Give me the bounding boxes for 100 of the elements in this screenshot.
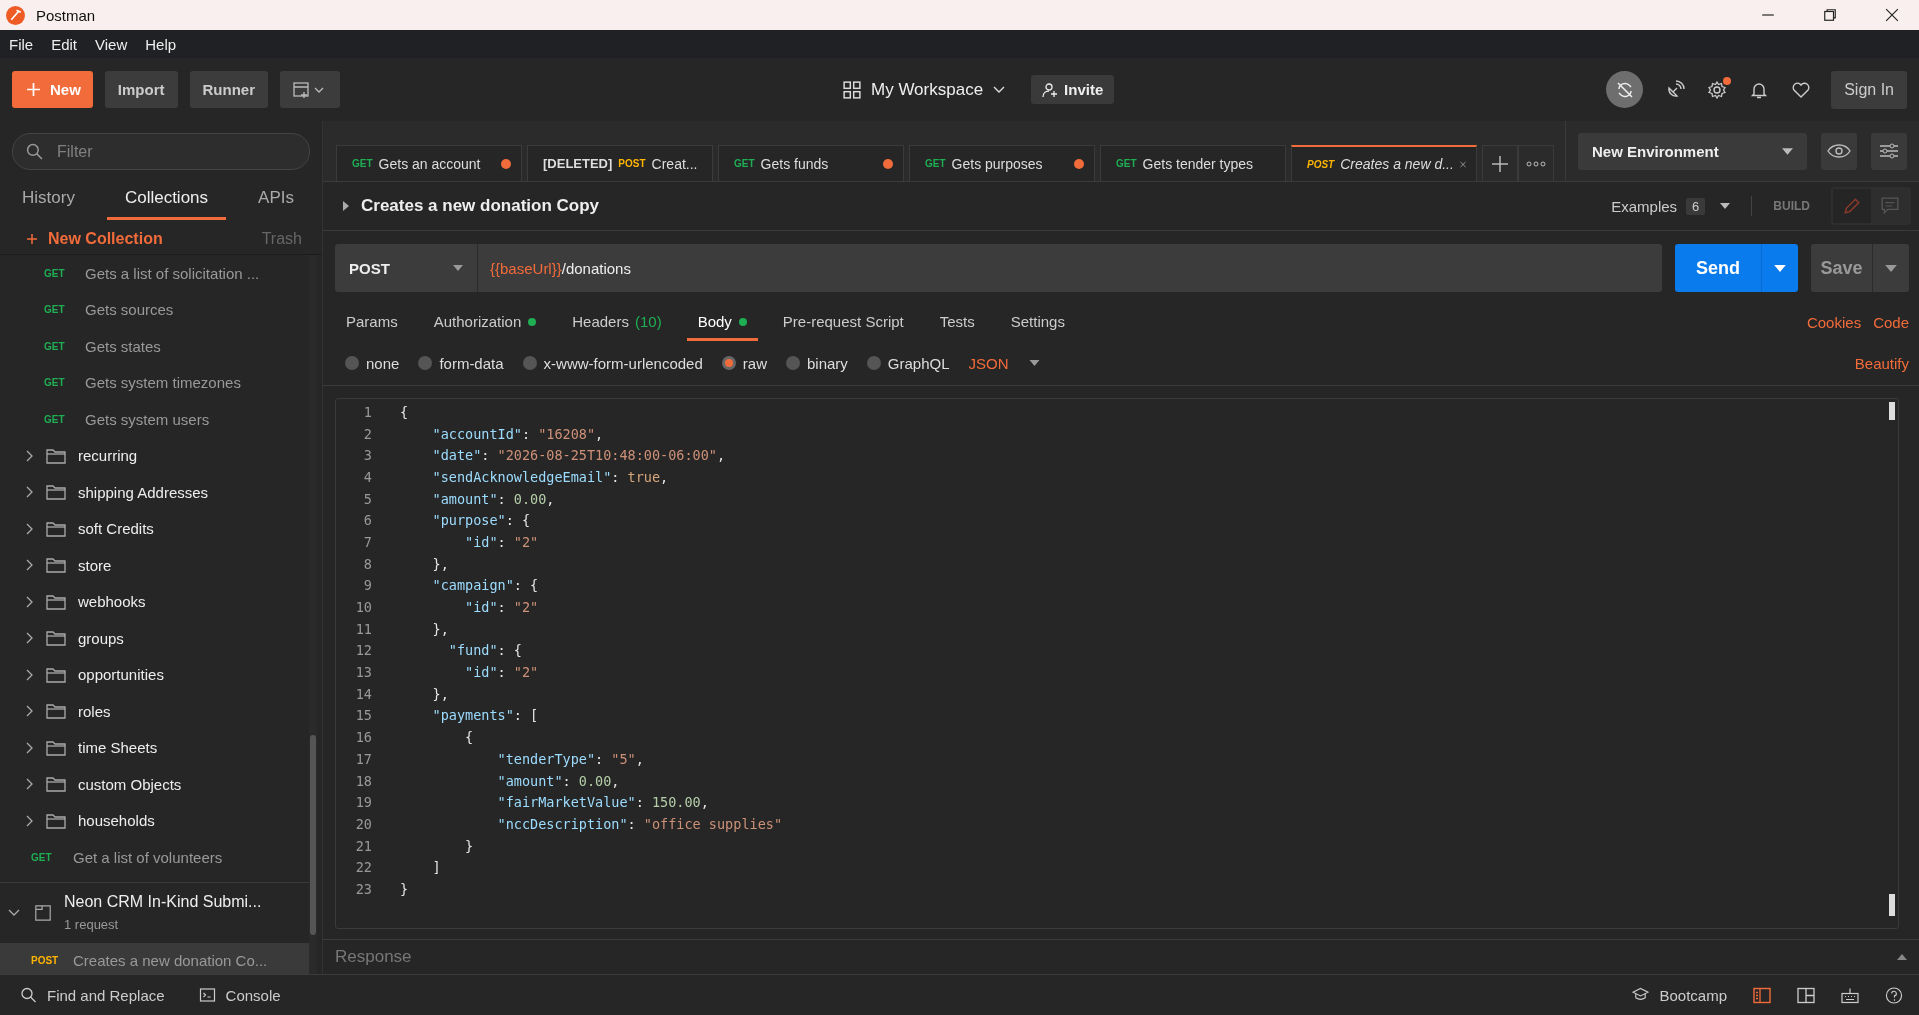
request-item[interactable]: GET Gets a list of solicitation ... — [0, 255, 309, 292]
sync-off-button[interactable] — [1606, 71, 1644, 108]
chevron-right-icon[interactable] — [25, 632, 33, 645]
radio-icon[interactable] — [721, 356, 736, 370]
header-link[interactable]: Cookies — [1806, 314, 1862, 341]
settings-icon[interactable] — [1707, 79, 1728, 100]
request-section-tab[interactable]: Params — [335, 313, 409, 341]
restore-icon[interactable] — [1823, 8, 1837, 22]
runner-button[interactable]: Runner — [189, 71, 268, 108]
folder-item[interactable]: roles — [0, 693, 309, 730]
sign-in-button[interactable]: Sign In — [1831, 70, 1907, 109]
more-button[interactable] — [1518, 145, 1554, 181]
header-link[interactable]: Code — [1873, 314, 1909, 341]
folder-item[interactable]: store — [0, 547, 309, 584]
folder-item[interactable]: groups — [0, 620, 309, 657]
request-tab[interactable]: [DELETED] POST Creat... — [527, 145, 713, 181]
import-button[interactable]: Import — [104, 71, 178, 108]
folder-item[interactable]: recurring — [0, 437, 309, 474]
request-section-tab[interactable]: Headers (10) — [561, 313, 673, 341]
sidebar-tab[interactable]: History — [10, 180, 87, 220]
scrollbar-thumb[interactable] — [310, 735, 316, 935]
workspace-selector[interactable]: My Workspace — [871, 79, 984, 100]
request-item[interactable]: GET Gets system users — [0, 401, 309, 438]
request-section-tab[interactable]: Tests — [928, 313, 986, 341]
beautify-link[interactable]: Beautify — [1854, 354, 1909, 372]
chevron-right-icon[interactable] — [25, 668, 33, 681]
folder-item[interactable]: webhooks — [0, 583, 309, 620]
request-tab[interactable]: GET Gets tender types — [1100, 145, 1286, 181]
menu-item[interactable]: View — [95, 35, 128, 53]
folder-item[interactable]: soft Credits — [0, 510, 309, 547]
caret-icon[interactable] — [1720, 203, 1731, 209]
console-button[interactable]: Console — [198, 986, 281, 1004]
heart-icon[interactable] — [1791, 79, 1812, 100]
request-tab[interactable]: POST Creates a new d... — [1291, 145, 1477, 181]
find-replace-button[interactable]: Find and Replace — [20, 986, 165, 1004]
add-tab-button[interactable] — [1482, 145, 1518, 181]
new-window-button[interactable] — [280, 71, 340, 108]
send-button[interactable]: Send — [1675, 244, 1761, 292]
chevron-right-icon[interactable] — [25, 559, 33, 572]
sliders-button[interactable] — [1870, 132, 1907, 170]
new-collection-link[interactable]: New Collection — [26, 230, 163, 248]
bootcamp-button[interactable]: Bootcamp — [1632, 986, 1727, 1004]
menu-item[interactable]: Help — [145, 35, 177, 53]
body-type-radio[interactable]: none — [345, 354, 400, 372]
request-tab[interactable]: GET Gets an account — [336, 145, 522, 181]
folder-item[interactable]: custom Objects — [0, 766, 309, 803]
folder-item[interactable]: opportunities — [0, 656, 309, 693]
chevron-right-icon[interactable] — [25, 486, 33, 499]
environment-dropdown[interactable]: New Environment — [1578, 132, 1807, 170]
body-type-radio[interactable]: GraphQL — [866, 354, 950, 372]
method-dropdown[interactable]: POST — [335, 244, 478, 292]
examples-dropdown[interactable]: Examples — [1611, 197, 1678, 215]
request-tab[interactable]: GET Gets funds — [718, 145, 904, 181]
request-tab[interactable]: GET Gets purposes — [909, 145, 1095, 181]
body-type-radio[interactable]: x-www-form-urlencoded — [522, 354, 703, 372]
request-item[interactable]: GET Gets sources — [0, 291, 309, 328]
caret-up-icon[interactable] — [1897, 954, 1907, 960]
request-item[interactable]: GET Get a list of volunteers — [0, 839, 309, 876]
menu-item[interactable]: Edit — [51, 35, 78, 53]
request-item[interactable]: GET Gets system timezones — [0, 364, 309, 401]
radio-icon[interactable] — [785, 356, 800, 370]
filter-field[interactable]: Filter — [12, 133, 310, 170]
body-type-radio[interactable]: binary — [785, 354, 848, 372]
save-button[interactable]: Save — [1811, 244, 1872, 292]
chevron-right-icon[interactable] — [25, 522, 33, 535]
chevron-right-icon[interactable] — [25, 449, 33, 462]
request-section-tab[interactable]: Authorization — [422, 313, 548, 341]
keyboard-icon[interactable] — [1841, 986, 1859, 1004]
radio-icon[interactable] — [418, 356, 433, 370]
body-type-radio[interactable]: raw — [721, 354, 767, 372]
body-type-radio[interactable]: form-data — [418, 354, 504, 372]
satellite-icon[interactable] — [1665, 79, 1686, 100]
invite-button[interactable]: Invite — [1031, 75, 1115, 104]
chevron-right-icon[interactable] — [25, 814, 33, 827]
chevron-right-icon[interactable] — [25, 741, 33, 754]
save-options-button[interactable] — [1872, 244, 1909, 292]
menu-item[interactable]: File — [9, 35, 34, 53]
request-section-tab[interactable]: Settings — [999, 313, 1076, 341]
chevron-right-icon[interactable] — [25, 705, 33, 718]
sidebar-tab[interactable]: Collections — [106, 180, 227, 220]
url-field[interactable]: {{baseUrl}}/donations — [478, 244, 1662, 292]
scrollbar-thumb[interactable] — [1889, 402, 1895, 420]
format-dropdown[interactable]: JSON — [968, 354, 1040, 372]
radio-icon[interactable] — [522, 356, 537, 370]
chevron-down-icon[interactable] — [8, 908, 20, 917]
help-icon[interactable] — [1885, 986, 1903, 1004]
expand-caret-icon[interactable] — [343, 201, 349, 211]
chevron-right-icon[interactable] — [25, 595, 33, 608]
send-options-button[interactable] — [1761, 244, 1798, 292]
folder-item[interactable]: time Sheets — [0, 729, 309, 766]
close-icon[interactable] — [1885, 8, 1899, 22]
request-item[interactable]: GET Gets states — [0, 328, 309, 365]
layout-icon[interactable] — [1797, 986, 1815, 1004]
folder-item[interactable]: households — [0, 802, 309, 839]
folder-item[interactable]: shipping Addresses — [0, 474, 309, 511]
radio-icon[interactable] — [866, 356, 881, 370]
eye-button[interactable] — [1820, 132, 1857, 170]
sidebar-tab[interactable]: APIs — [246, 180, 306, 220]
chevron-right-icon[interactable] — [25, 778, 33, 791]
scrollbar-thumb[interactable] — [1889, 894, 1895, 916]
